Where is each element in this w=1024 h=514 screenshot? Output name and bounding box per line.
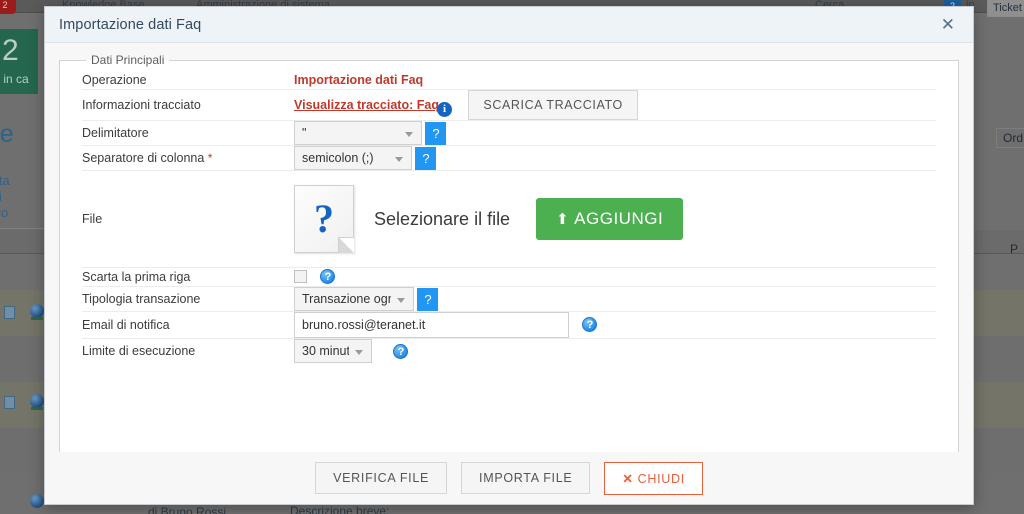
add-file-label: AGGIUNGI	[574, 209, 664, 228]
main-data-panel: Dati Principali Operazione Importazione …	[59, 53, 959, 452]
help-icon-scarta-prima-riga[interactable]: ?	[320, 269, 336, 285]
limite-esecuzione-select[interactable]: 30 minuti	[294, 339, 372, 363]
form-row-email-notifica: Email di notifica ?	[82, 311, 936, 339]
upload-arrow-icon: ⬆	[556, 211, 570, 228]
background-ticket-button[interactable]: Ticket H	[987, 0, 1024, 17]
skip-first-row-checkbox[interactable]	[294, 270, 307, 284]
form-row-limite-esecuzione: Limite di esecuzione 30 minuti ?	[82, 339, 936, 363]
label-separatore: Separatore di colonna *	[82, 145, 294, 171]
file-placeholder-text: Selezionare il file	[374, 208, 511, 229]
help-icon-tipologia-transazione[interactable]: ?	[417, 287, 439, 311]
value-operazione: Importazione dati Faq	[294, 73, 424, 87]
label-scarta-prima-riga: Scarta la prima riga	[82, 267, 294, 287]
background-column-p[interactable]: P	[1010, 242, 1018, 256]
required-marker: *	[207, 151, 213, 165]
dialog-title: Importazione dati Faq	[59, 16, 202, 33]
import-form: Operazione Importazione dati Faq Informa…	[82, 71, 936, 363]
tipologia-transazione-select[interactable]: Transazione ogni :	[294, 287, 414, 311]
label-limite-esecuzione: Limite di esecuzione	[82, 344, 196, 358]
x-icon: ✕	[622, 471, 634, 486]
form-row-tipologia-transazione: Tipologia transazione Transazione ogni :…	[82, 286, 936, 312]
download-tracciato-button[interactable]: SCARICA TRACCIATO	[468, 90, 638, 120]
import-file-button[interactable]: IMPORTA FILE	[461, 462, 591, 494]
close-dialog-button[interactable]: ✕ CHIUDI	[604, 461, 703, 495]
document-icon[interactable]	[4, 396, 15, 409]
background-notification-badge: 2	[0, 0, 16, 14]
form-row-file: File ? Selezionare il file ⬆ AGGIUNGI	[82, 170, 936, 268]
help-icon-email-notifica[interactable]: ?	[582, 317, 598, 333]
verify-file-button[interactable]: VERIFICA FILE	[315, 462, 448, 494]
label-tipologia-transazione: Tipologia transazione	[82, 286, 294, 312]
label-delimitatore: Delimitatore	[82, 120, 294, 146]
form-row-operazione: Operazione Importazione dati Faq	[82, 71, 936, 90]
globe-icon[interactable]	[30, 494, 44, 508]
help-icon-separatore[interactable]: ?	[415, 146, 437, 170]
dialog-body: Dati Principali Operazione Importazione …	[45, 43, 973, 452]
background-author-text: di Bruno Rossi	[148, 505, 227, 514]
form-row-informazioni-tracciato: Informazioni tracciato Visualizza tracci…	[82, 89, 936, 121]
help-icon-delimitatore[interactable]: ?	[425, 121, 447, 145]
globe-icon[interactable]	[30, 394, 44, 408]
separatore-select[interactable]: semicolon (;)	[294, 146, 412, 170]
form-row-scarta-prima-riga: Scarta la prima riga ?	[82, 267, 936, 287]
document-icon[interactable]	[4, 306, 15, 319]
email-notifica-input[interactable]	[294, 312, 569, 338]
background-stat-number: 2	[2, 34, 19, 67]
background-body-line-4: i artico	[0, 205, 9, 220]
dialog-footer: VERIFICA FILE IMPORTA FILE ✕ CHIUDI	[45, 452, 973, 504]
background-section-heading: one	[0, 120, 14, 148]
background-field-label: Descrizione breve:	[290, 504, 390, 514]
background-body-line-2: rie tota	[0, 173, 10, 188]
panel-legend: Dati Principali	[91, 53, 165, 67]
import-dialog: Importazione dati Faq ✕ Dati Principali …	[44, 6, 974, 505]
form-row-delimitatore: Delimitatore " ?	[82, 120, 936, 146]
close-icon[interactable]: ✕	[937, 14, 959, 35]
view-tracciato-link[interactable]: Visualizza tracciato: Faq	[294, 98, 439, 112]
background-body-line-3: creati	[0, 189, 2, 204]
label-informazioni-tracciato: Informazioni tracciato	[82, 89, 294, 121]
delimitatore-select[interactable]: "	[294, 121, 422, 145]
background-stat-subtitle: ste in ca	[0, 72, 29, 86]
help-icon-limite-esecuzione[interactable]: ?	[393, 343, 409, 359]
label-operazione: Operazione	[82, 71, 294, 90]
unknown-file-icon: ?	[294, 185, 354, 253]
close-dialog-label: CHIUDI	[637, 471, 685, 486]
background-body-line-1: totali:	[0, 157, 1, 172]
label-file: File	[82, 170, 294, 268]
form-row-separatore: Separatore di colonna * semicolon (;) ?	[82, 145, 936, 171]
background-select-2[interactable]: Ord	[996, 128, 1024, 148]
label-separatore-text: Separatore di colonna	[82, 151, 205, 165]
dialog-header: Importazione dati Faq ✕	[45, 7, 973, 43]
globe-icon[interactable]	[30, 304, 44, 318]
info-icon[interactable]: i	[436, 102, 452, 118]
add-file-button[interactable]: ⬆ AGGIUNGI	[536, 198, 684, 240]
label-email-notifica: Email di notifica	[82, 311, 294, 339]
